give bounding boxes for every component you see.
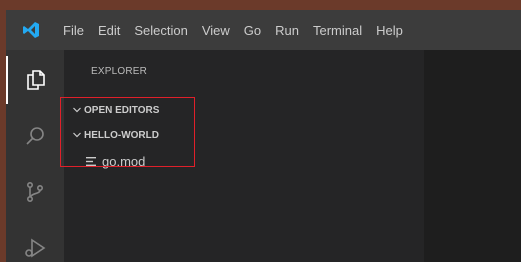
chevron-down-icon [70,130,84,140]
vscode-logo-icon [6,21,56,39]
folder-section[interactable]: HELLO-WORLD [70,125,410,145]
editor-area [424,50,521,262]
menu-file[interactable]: File [56,23,91,38]
source-control-icon[interactable] [6,168,64,216]
menu-help[interactable]: Help [369,23,410,38]
menu-edit[interactable]: Edit [91,23,127,38]
files-icon[interactable] [6,56,64,104]
explorer-title: EXPLORER [91,66,148,77]
file-item[interactable]: go.mod [86,151,145,171]
run-debug-icon[interactable] [6,224,64,262]
vscode-window: File Edit Selection View Go Run Terminal… [6,10,521,262]
explorer-sidebar: EXPLORER OPEN EDITORS HELLO-WORLD go.mod [64,50,424,262]
chevron-down-icon [70,105,84,115]
menu-terminal[interactable]: Terminal [306,23,369,38]
open-editors-label: OPEN EDITORS [84,104,160,116]
menu-selection[interactable]: Selection [127,23,194,38]
title-bar: File Edit Selection View Go Run Terminal… [6,10,521,50]
menu-go[interactable]: Go [237,23,268,38]
file-name: go.mod [102,153,146,169]
menu-bar: File Edit Selection View Go Run Terminal… [56,23,410,38]
search-icon[interactable] [6,112,64,160]
open-editors-section[interactable]: OPEN EDITORS [70,100,410,120]
folder-label: HELLO-WORLD [84,129,159,141]
activity-bar [6,50,64,262]
menu-view[interactable]: View [195,23,237,38]
menu-run[interactable]: Run [268,23,306,38]
file-lines-icon [86,156,97,166]
